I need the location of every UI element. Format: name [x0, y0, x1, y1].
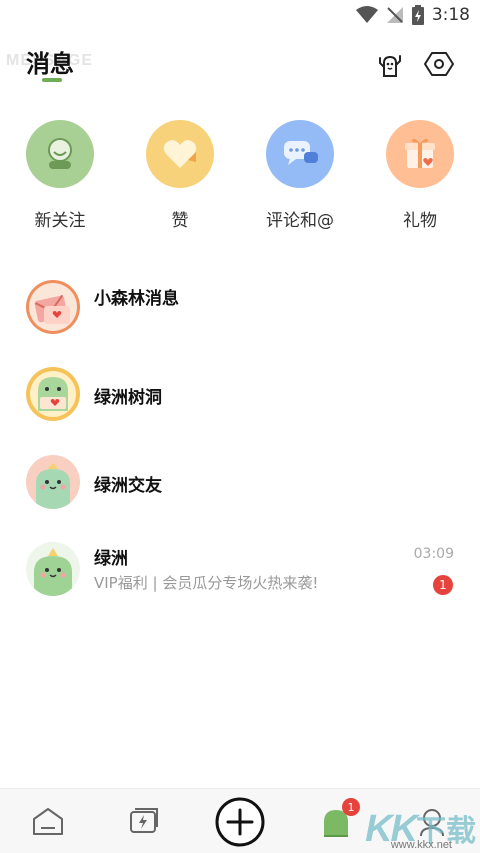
- bottom-nav: 1 KK下载 www.kkx.net: [0, 788, 480, 853]
- avatar: [26, 455, 80, 509]
- page-title: 消息: [26, 50, 74, 78]
- hexagon-settings-icon: [424, 52, 454, 76]
- status-bar: 3:18: [0, 0, 480, 32]
- message-preview: VIP福利 | 会员瓜分专场火热来袭!: [94, 574, 319, 592]
- cactus-hand-icon: [379, 55, 401, 77]
- nav-add-button[interactable]: [192, 789, 288, 853]
- avatar: [26, 542, 80, 596]
- flash-message-icon: [130, 807, 158, 833]
- category-gifts[interactable]: 礼物: [365, 120, 475, 231]
- message-item-forest[interactable]: 小森林消息: [0, 280, 480, 350]
- message-time: 03:09: [413, 546, 454, 562]
- message-sender-name: 小森林消息: [94, 289, 179, 309]
- settings-button[interactable]: [423, 48, 455, 80]
- home-icon: [33, 807, 63, 835]
- category-label: 新关注: [34, 211, 86, 231]
- category-new-follower[interactable]: 新关注: [5, 120, 115, 231]
- gift-box-icon: [386, 120, 454, 188]
- message-sender-name: 绿洲: [94, 549, 128, 569]
- add-icon: [215, 797, 265, 846]
- category-likes[interactable]: 赞: [125, 120, 235, 231]
- signal-icon: [386, 7, 403, 23]
- comment-bubble-icon: [266, 120, 334, 188]
- category-comments[interactable]: 评论和@: [245, 120, 355, 231]
- avatar: [26, 367, 80, 421]
- message-sender-name: 绿洲树洞: [94, 388, 162, 408]
- watermark-url: www.kkx.net: [390, 839, 452, 851]
- nav-unread-badge: 1: [342, 798, 360, 816]
- site-watermark: KK下载 www.kkx.net: [365, 806, 476, 851]
- category-label: 评论和@: [266, 211, 334, 231]
- title-underline: [42, 78, 62, 82]
- message-item-friends[interactable]: 绿洲交友: [0, 455, 480, 525]
- header: MESSAGE 消息: [0, 34, 480, 94]
- message-sender-name: 绿洲交友: [94, 476, 162, 496]
- message-categories: 新关注 赞 评论和@ 礼物: [0, 120, 480, 240]
- new-follower-icon: [26, 120, 94, 188]
- avatar: [26, 280, 80, 334]
- battery-icon: [411, 5, 424, 25]
- nav-dynamics[interactable]: [96, 789, 192, 853]
- nav-home[interactable]: [0, 789, 96, 853]
- wifi-icon: [355, 6, 378, 23]
- message-item-oasis[interactable]: 绿洲 VIP福利 | 会员瓜分专场火热来袭! 03:09 1: [0, 542, 480, 612]
- category-label: 赞: [171, 211, 189, 231]
- unread-badge: 1: [433, 575, 453, 595]
- cactus-friend-button[interactable]: [374, 48, 406, 80]
- status-time: 3:18: [431, 5, 470, 25]
- heart-like-icon: [146, 120, 214, 188]
- message-item-treehole[interactable]: 绿洲树洞: [0, 367, 480, 437]
- status-icons: 3:18: [355, 5, 470, 25]
- category-label: 礼物: [403, 211, 437, 231]
